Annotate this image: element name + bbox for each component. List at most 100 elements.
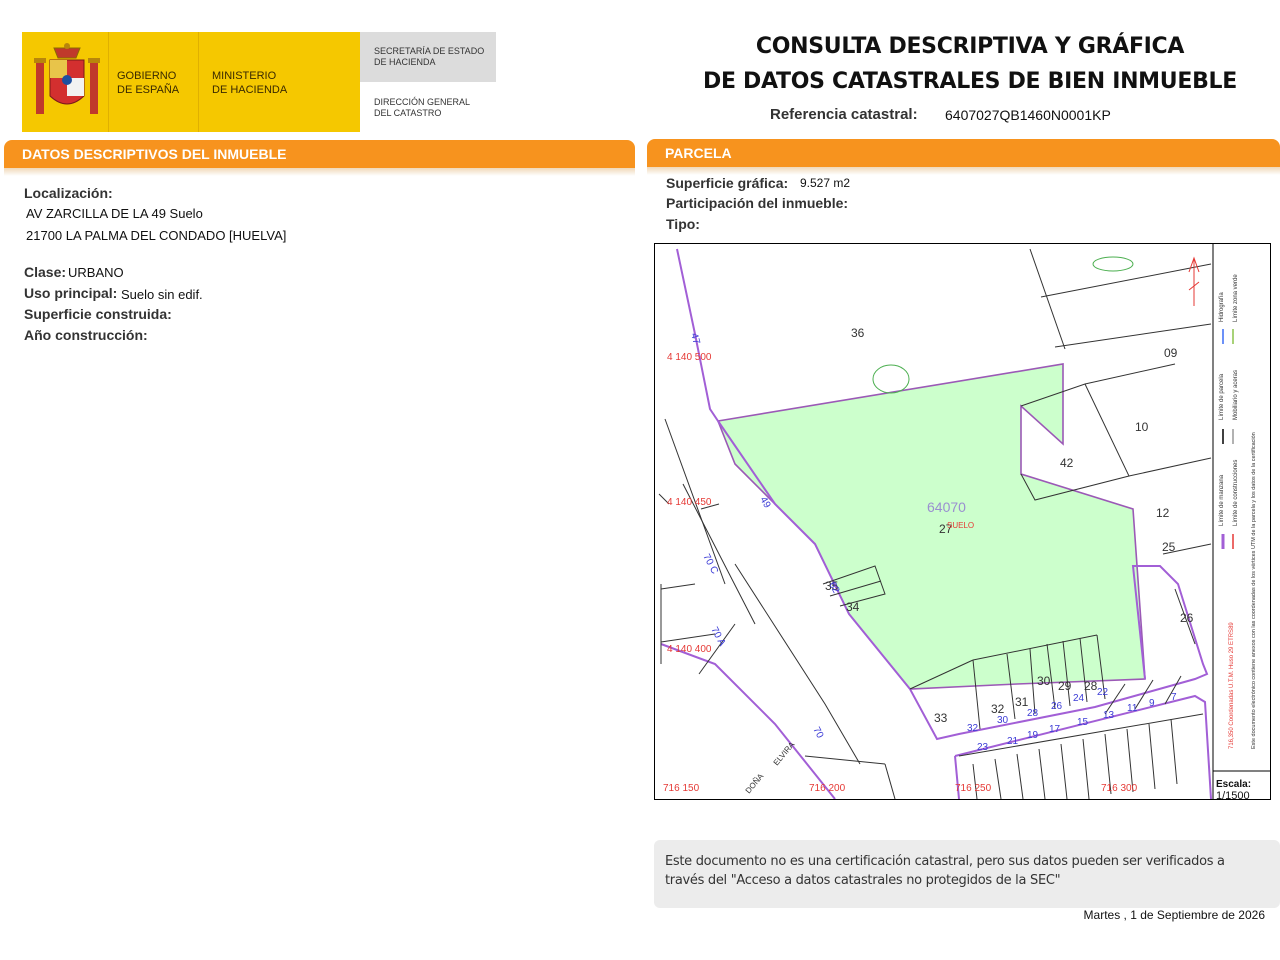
- street-number: 70 C: [700, 552, 720, 576]
- secretaria-line1: SECRETARÍA DE ESTADO: [374, 46, 485, 56]
- block-number: 21: [1007, 736, 1019, 747]
- parcel-number: 25: [1162, 540, 1176, 554]
- block-number: 24: [1073, 693, 1085, 704]
- utm-y-coordinate: 4 140 500: [667, 352, 712, 363]
- utm-note: 716,350 Coordenadas U.T.M. Huso 29 ETRS8…: [1229, 622, 1235, 749]
- uso-label: Uso principal:: [24, 285, 118, 301]
- block-number: 13: [1103, 710, 1115, 721]
- disclaimer-box: Este documento no es una certificación c…: [654, 840, 1280, 908]
- block-number: 22: [1097, 687, 1109, 698]
- parcel-number: 32: [991, 702, 1005, 716]
- legend-label: Límite de parcela: [1219, 373, 1225, 420]
- utm-x-coordinate: 716 300: [1101, 783, 1138, 794]
- block-number: 28: [1027, 708, 1039, 719]
- utm-x-coordinate: 716 150: [663, 783, 700, 794]
- page-title-line2: DE DATOS CATASTRALES DE BIEN INMUEBLE: [702, 69, 1237, 94]
- ministerio-line2: DE HACIENDA: [212, 84, 288, 96]
- descriptivos-heading: DATOS DESCRIPTIVOS DEL INMUEBLE: [4, 140, 635, 168]
- block-number: 30: [997, 715, 1009, 726]
- superficie-construida-label: Superficie construida:: [24, 306, 172, 322]
- block-boundary: [660, 643, 836, 800]
- utm-y-coordinate: 4 140 450: [667, 497, 712, 508]
- address-line1: AV ZARCILLA DE LA 49 Suelo: [26, 206, 203, 221]
- document-date: Martes , 1 de Septiembre de 2026: [1083, 908, 1265, 922]
- street-number: 47: [688, 332, 702, 346]
- secretaria-line2: DE HACIENDA: [374, 57, 436, 67]
- utm-y-coordinate: 4 140 400: [667, 644, 712, 655]
- north-arrow-icon: [1188, 256, 1200, 306]
- ministerio-label: MINISTERIO DE HACIENDA: [212, 69, 287, 97]
- parcel-number: 30: [1037, 674, 1051, 688]
- legend-label: Límite zona verde: [1233, 274, 1239, 322]
- parcel-number: 31: [1015, 695, 1029, 709]
- anio-construccion-label: Año construcción:: [24, 327, 148, 343]
- block-number: 17: [1049, 724, 1061, 735]
- green-zone-outline: [872, 364, 910, 394]
- gobierno-label: GOBIERNO DE ESPAÑA: [117, 69, 179, 97]
- block-number: 23: [977, 742, 989, 753]
- participacion-label: Participación del inmueble:: [666, 195, 849, 211]
- gobierno-line2: DE ESPAÑA: [117, 84, 180, 96]
- parcel-number: 09: [1164, 346, 1178, 360]
- cadastral-map-drawing: 36 09 10 42 12 25 26 35 34 33 32 31 30 2…: [658, 244, 1270, 802]
- address-line2: 21700 LA PALMA DEL CONDADO [HUELVA]: [26, 228, 287, 243]
- superficie-grafica-value: 9.527 m2: [800, 176, 851, 190]
- ref-label: Referencia catastral:: [770, 106, 918, 123]
- legend-label: Mobiliario y aceras: [1233, 370, 1239, 420]
- block-number: 19: [1027, 730, 1039, 741]
- bar-shadow: [647, 167, 1280, 175]
- disclaimer-line2: través del "Acceso a datos catastrales n…: [665, 873, 1061, 888]
- utm-x-coordinate: 716 200: [809, 783, 846, 794]
- parcel-number: 34: [846, 600, 860, 614]
- logo-divider: [108, 32, 109, 132]
- secretaria-label: SECRETARÍA DE ESTADO DE HACIENDA: [374, 46, 484, 68]
- block-number: 15: [1077, 717, 1089, 728]
- parcel-number: 36: [851, 326, 865, 340]
- parcel-number: 33: [934, 711, 948, 725]
- block-number: 11: [1127, 703, 1138, 714]
- street-name: DOÑA: [744, 771, 766, 795]
- ministerio-line1: MINISTERIO: [212, 70, 277, 82]
- coat-of-arms-icon: [34, 43, 100, 114]
- clase-label: Clase:: [24, 264, 67, 280]
- legend-label: Límite de construcciones: [1233, 460, 1239, 526]
- uso-value: Suelo sin edif.: [121, 287, 203, 302]
- parcel-number: 12: [1156, 506, 1170, 520]
- parcel-number: 26: [1180, 611, 1194, 625]
- street-name: ELVIRA: [772, 740, 797, 768]
- street-number: 70: [810, 725, 825, 740]
- parcel-number: 29: [1058, 679, 1072, 693]
- direccion-line1: DIRECCIÓN GENERAL: [374, 97, 471, 107]
- bar-shadow: [4, 168, 635, 176]
- legend-label: Hidrografía: [1219, 292, 1225, 322]
- direccion-line2: DEL CATASTRO: [374, 108, 442, 118]
- legend-label: Límite de manzana: [1219, 474, 1225, 526]
- green-zone-outline: [1092, 256, 1134, 272]
- block-number: 32: [967, 723, 979, 734]
- gobierno-line1: GOBIERNO: [117, 70, 177, 82]
- logo-divider: [198, 32, 199, 132]
- parcel-id: 64070: [927, 499, 966, 515]
- parcela-heading: PARCELA: [647, 139, 1280, 167]
- parcel-number: 10: [1135, 420, 1149, 434]
- clase-value: URBANO: [68, 265, 124, 280]
- suelo-label: SUELO: [947, 521, 974, 530]
- superficie-grafica-label: Superficie gráfica:: [666, 175, 789, 191]
- block-number: 26: [1051, 701, 1063, 712]
- utm-x-coordinate: 716 250: [955, 783, 992, 794]
- direccion-label: DIRECCIÓN GENERAL DEL CATASTRO: [374, 97, 470, 119]
- localizacion-label: Localización:: [24, 185, 113, 201]
- block-number: 7: [1171, 692, 1177, 703]
- parcel-number: 28: [1084, 679, 1098, 693]
- block-number: 9: [1149, 698, 1155, 709]
- page-title-line1: CONSULTA DESCRIPTIVA Y GRÁFICA: [755, 34, 1185, 59]
- cadastral-map: 36 09 10 42 12 25 26 35 34 33 32 31 30 2…: [654, 243, 1271, 802]
- parcel-number: 42: [1060, 456, 1074, 470]
- document-note: Este documento electrónico contiene anex…: [1251, 432, 1257, 749]
- ref-value: 6407027QB1460N0001KP: [945, 107, 1111, 123]
- escala-value: 1/1500: [1216, 790, 1250, 799]
- tipo-label: Tipo:: [666, 216, 700, 232]
- parcel-area: [716, 363, 1146, 690]
- escala-label: Escala:: [1216, 779, 1251, 790]
- disclaimer-line1: Este documento no es una certificación c…: [665, 854, 1225, 869]
